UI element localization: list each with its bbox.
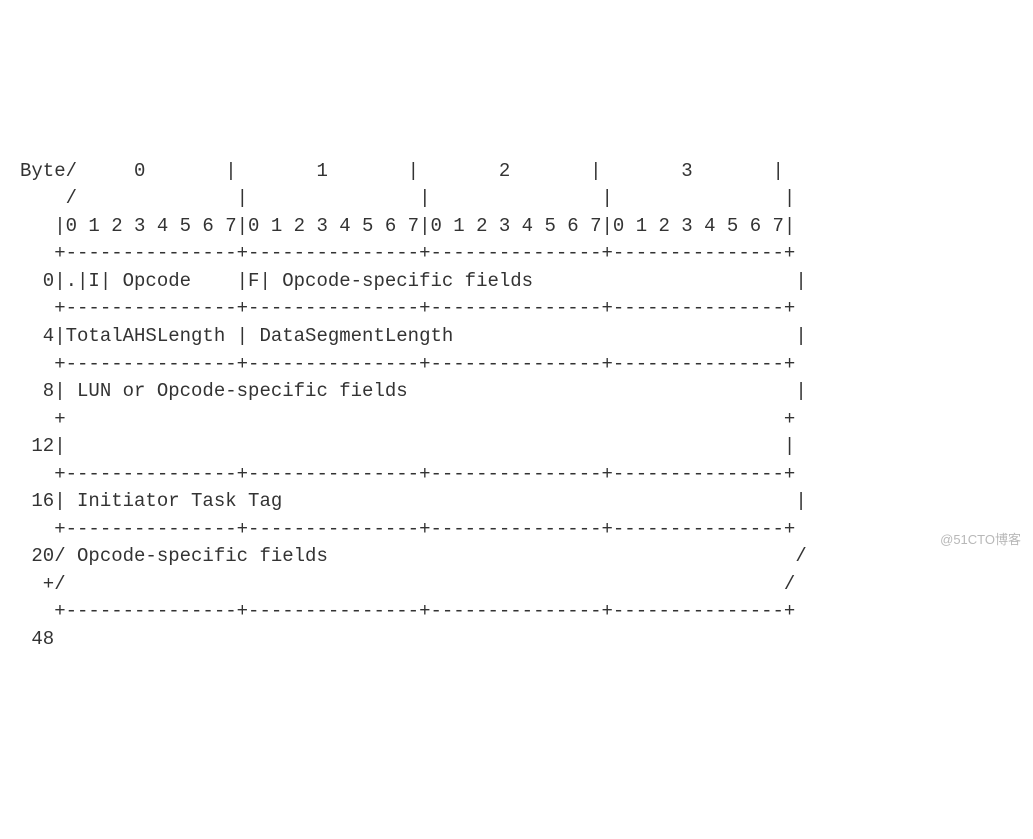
watermark-text: @51CTO博客 — [940, 531, 1021, 550]
packet-layout-diagram: Byte/ 0 | 1 | 2 | 3 | / | | | | |0 1 2 3… — [20, 158, 1013, 654]
